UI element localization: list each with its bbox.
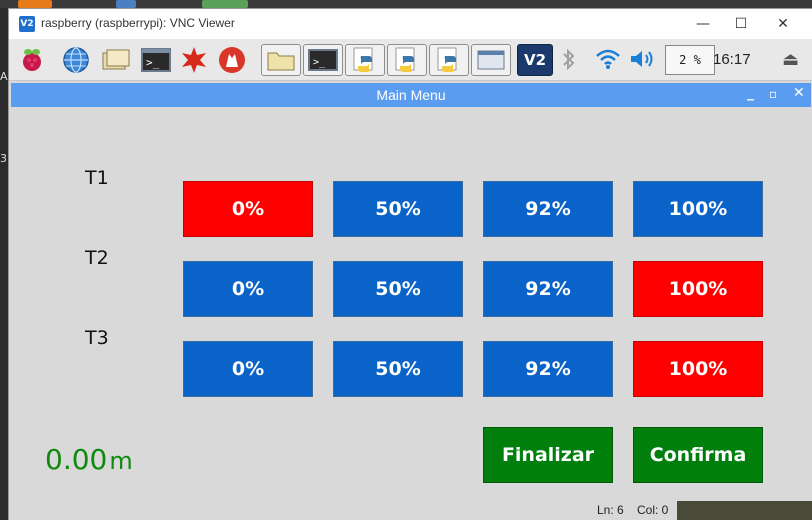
svg-text:>_: >_ (313, 57, 326, 68)
cpu-monitor[interactable]: 2 % (665, 45, 715, 75)
t3-0-percent-button[interactable]: 0% (183, 341, 313, 397)
desktop-edge-text: A (0, 70, 8, 83)
close-button[interactable]: ✕ (765, 12, 801, 36)
minimize-button[interactable]: — (685, 12, 721, 36)
column-indicator: Col: 0 (637, 503, 669, 517)
t2-92-percent-button[interactable]: 92% (483, 261, 613, 317)
t1-100-percent-button[interactable]: 100% (633, 181, 763, 237)
folder-window-icon[interactable] (261, 44, 301, 76)
app-close-button[interactable]: ✕ (793, 85, 805, 101)
desktop-image-icon[interactable] (202, 0, 248, 8)
eject-icon[interactable]: ⏏ (782, 49, 799, 70)
volume-icon[interactable] (629, 47, 657, 76)
desktop-doc-icon[interactable] (116, 0, 136, 8)
finalizar-button[interactable]: Finalizar (483, 427, 613, 483)
terminal-window-icon[interactable]: >_ (303, 44, 343, 76)
t1-50-percent-button[interactable]: 50% (333, 181, 463, 237)
desktop-background-strip (677, 501, 812, 520)
confirma-button[interactable]: Confirma (633, 427, 763, 483)
app-title: Main Menu (376, 87, 446, 103)
t1-92-percent-button[interactable]: 92% (483, 181, 613, 237)
row-label-t1: T1 (85, 167, 109, 189)
remote-taskbar: >_ >_ V2 2 % 16:17 ⏏ (9, 39, 812, 81)
app-title-bar[interactable]: Main Menu _ ▫ ✕ (11, 83, 811, 107)
t3-92-percent-button[interactable]: 92% (483, 341, 613, 397)
row-label-t2: T2 (85, 247, 109, 269)
vnc-icon[interactable]: V2 (517, 44, 553, 76)
level-value: 0.00 (45, 443, 108, 476)
line-indicator: Ln: 6 (597, 503, 624, 517)
app-maximize-button[interactable]: ▫ (769, 87, 777, 101)
python-window-icon[interactable] (429, 44, 469, 76)
app-minimize-button[interactable]: _ (747, 85, 754, 101)
bluetooth-icon[interactable] (561, 47, 577, 78)
vnc-logo-icon: V2 (19, 16, 35, 32)
remote-desktop: >_ >_ V2 2 % 16:17 ⏏ Main Menu _ ▫ ✕ T1 … (9, 39, 812, 520)
desktop-strip (0, 0, 812, 8)
maximize-button[interactable]: ☐ (723, 12, 759, 36)
t2-100-percent-button[interactable]: 100% (633, 261, 763, 317)
vnc-window-title: raspberry (raspberrypi): VNC Viewer (41, 16, 235, 30)
window-icon[interactable] (471, 44, 511, 76)
main-menu-window: Main Menu _ ▫ ✕ T1 0% 50% 92% 100% T2 0%… (11, 83, 811, 517)
vnc-title-bar[interactable]: V2 raspberry (raspberrypi): VNC Viewer —… (9, 9, 812, 39)
t2-0-percent-button[interactable]: 0% (183, 261, 313, 317)
clock[interactable]: 16:17 (713, 51, 751, 68)
screen: A 3 V2 raspberry (raspberrypi): VNC View… (0, 0, 812, 520)
python-window-icon[interactable] (345, 44, 385, 76)
editor-status-bar: Ln: 6 Col: 0 (9, 501, 812, 520)
wifi-icon[interactable] (595, 47, 621, 76)
t3-50-percent-button[interactable]: 50% (333, 341, 463, 397)
python-window-icon[interactable] (387, 44, 427, 76)
desktop-edge-text: 3 (0, 152, 7, 165)
mathematica-icon[interactable] (177, 44, 211, 76)
desktop-app-icon[interactable] (18, 0, 52, 8)
t2-50-percent-button[interactable]: 50% (333, 261, 463, 317)
wolfram-icon[interactable] (215, 44, 249, 76)
raspberry-menu-icon[interactable] (15, 44, 49, 76)
app-body: T1 0% 50% 92% 100% T2 0% 50% 92% 100% T3… (11, 107, 811, 517)
globe-browser-icon[interactable] (59, 44, 93, 76)
t3-100-percent-button[interactable]: 100% (633, 341, 763, 397)
level-unit: m (109, 447, 133, 475)
file-manager-icon[interactable] (99, 44, 133, 76)
vnc-viewer-window: V2 raspberry (raspberrypi): VNC Viewer —… (8, 8, 812, 520)
t1-0-percent-button[interactable]: 0% (183, 181, 313, 237)
svg-text:>_: >_ (146, 56, 160, 69)
terminal-icon[interactable]: >_ (139, 44, 173, 76)
row-label-t3: T3 (85, 327, 109, 349)
level-readout: 0.00m (45, 443, 133, 476)
